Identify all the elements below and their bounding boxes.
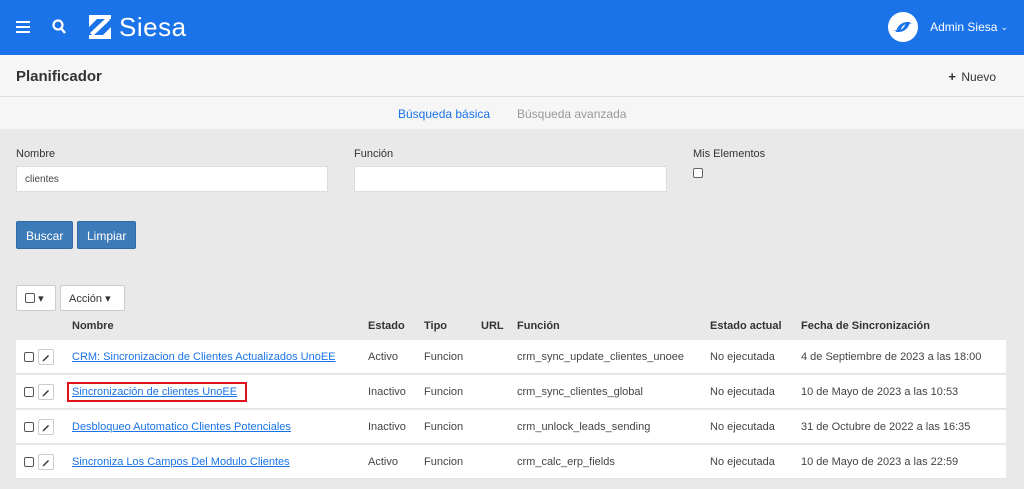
edit-button[interactable] xyxy=(38,384,54,400)
tab-busqueda-basica[interactable]: Búsqueda básica xyxy=(398,107,490,121)
brand-name: Siesa xyxy=(119,11,187,42)
row-estado: Inactivo xyxy=(368,421,406,433)
siesa-logo[interactable]: Siesa xyxy=(87,12,187,42)
edit-button[interactable] xyxy=(38,349,54,365)
row-estado-actual: No ejecutada xyxy=(710,421,775,433)
chevron-down-icon: ▾ xyxy=(105,293,111,305)
buscar-button[interactable]: Buscar xyxy=(16,221,74,249)
row-name-link[interactable]: Sincronización de clientes UnoEE xyxy=(72,386,237,398)
select-all-dropdown[interactable]: ▾ xyxy=(16,285,56,311)
nombre-input[interactable] xyxy=(16,166,328,192)
user-avatar xyxy=(888,12,919,42)
search-tabs: Búsqueda básica Búsqueda avanzada xyxy=(0,97,1024,129)
chevron-down-icon: ⌄ xyxy=(1000,21,1008,32)
edit-button[interactable] xyxy=(38,454,54,470)
filter-panel: Nombre Función Mis Elementos Buscar Limp… xyxy=(0,129,1024,279)
siesa-logo-icon xyxy=(89,15,111,39)
pencil-icon xyxy=(42,425,49,432)
header-tipo[interactable]: Tipo xyxy=(424,320,447,332)
header-url[interactable]: URL xyxy=(481,320,504,332)
row-funcion: crm_calc_erp_fields xyxy=(517,456,615,468)
row-estado: Inactivo xyxy=(368,386,406,398)
header-estado[interactable]: Estado xyxy=(368,320,405,332)
mis-elementos-checkbox[interactable] xyxy=(693,168,703,178)
row-estado: Activo xyxy=(368,456,398,468)
row-name-link[interactable]: CRM: Sincronizacion de Clientes Actualiz… xyxy=(72,351,336,363)
page-header: Planificador + Nuevo xyxy=(0,55,1024,97)
row-checkbox[interactable] xyxy=(24,457,34,467)
edit-button[interactable] xyxy=(38,419,54,435)
page-title: Planificador xyxy=(16,68,102,85)
search-icon[interactable] xyxy=(52,19,66,35)
row-estado-actual: No ejecutada xyxy=(710,386,775,398)
nuevo-button[interactable]: + Nuevo xyxy=(948,69,996,84)
row-name-link[interactable]: Desbloqueo Automatico Clientes Potencial… xyxy=(72,421,291,433)
pencil-icon xyxy=(42,355,49,362)
funcion-label: Función xyxy=(354,148,394,160)
row-funcion: crm_sync_update_clientes_unoee xyxy=(517,351,684,363)
row-tipo: Funcion xyxy=(424,456,464,468)
row-tipo: Funcion xyxy=(424,351,464,363)
header-funcion[interactable]: Función xyxy=(517,320,560,332)
scrollbar[interactable] xyxy=(1016,279,1024,489)
accion-dropdown[interactable]: Acción ▾ xyxy=(60,285,125,311)
row-checkbox[interactable] xyxy=(24,422,34,432)
user-name: Admin Siesa xyxy=(930,20,998,34)
limpiar-button[interactable]: Limpiar xyxy=(77,221,137,249)
chevron-down-icon: ▾ xyxy=(38,293,44,305)
table-row: Sincroniza Los Campos Del Modulo Cliente… xyxy=(16,445,1006,479)
pencil-icon xyxy=(42,460,49,467)
top-navbar: Siesa Admin Siesa ⌄ xyxy=(0,0,1024,55)
row-tipo: Funcion xyxy=(424,421,464,433)
row-fecha: 31 de Octubre de 2022 a las 16:35 xyxy=(801,421,971,433)
row-estado-actual: No ejecutada xyxy=(710,351,775,363)
user-menu[interactable]: Admin Siesa ⌄ xyxy=(888,12,1008,42)
results-table: ▾ Acción ▾ Nombre Estado Tipo URL Funció… xyxy=(0,279,1024,489)
table-row: Sincronización de clientes UnoEE Inactiv… xyxy=(16,375,1006,409)
nombre-label: Nombre xyxy=(16,148,56,160)
row-fecha: 4 de Septiembre de 2023 a las 18:00 xyxy=(801,351,982,363)
tab-busqueda-avanzada[interactable]: Búsqueda avanzada xyxy=(517,107,626,121)
siesa-avatar-icon xyxy=(894,22,913,32)
accion-label: Acción xyxy=(69,293,103,305)
pencil-icon xyxy=(42,390,49,397)
row-estado: Activo xyxy=(368,351,398,363)
row-name-link[interactable]: Sincroniza Los Campos Del Modulo Cliente… xyxy=(72,456,290,468)
row-funcion: crm_sync_clientes_global xyxy=(517,386,643,398)
row-funcion: crm_unlock_leads_sending xyxy=(517,421,651,433)
select-all-checkbox[interactable] xyxy=(25,293,35,303)
row-checkbox[interactable] xyxy=(24,352,34,362)
plus-icon: + xyxy=(948,69,956,84)
table-row: Desbloqueo Automatico Clientes Potencial… xyxy=(16,410,1006,444)
mis-elementos-label: Mis Elementos xyxy=(693,148,766,160)
row-checkbox[interactable] xyxy=(24,387,34,397)
funcion-input[interactable] xyxy=(354,166,667,192)
nuevo-label: Nuevo xyxy=(961,70,996,84)
menu-icon[interactable] xyxy=(16,21,30,33)
row-fecha: 10 de Mayo de 2023 a las 10:53 xyxy=(801,386,959,398)
row-tipo: Funcion xyxy=(424,386,464,398)
header-nombre[interactable]: Nombre xyxy=(72,320,114,332)
row-estado-actual: No ejecutada xyxy=(710,456,775,468)
header-fecha-sincronizacion[interactable]: Fecha de Sincronización xyxy=(801,320,930,332)
table-row: CRM: Sincronizacion de Clientes Actualiz… xyxy=(16,340,1006,374)
row-fecha: 10 de Mayo de 2023 a las 22:59 xyxy=(801,456,959,468)
header-estado-actual[interactable]: Estado actual xyxy=(710,320,782,332)
